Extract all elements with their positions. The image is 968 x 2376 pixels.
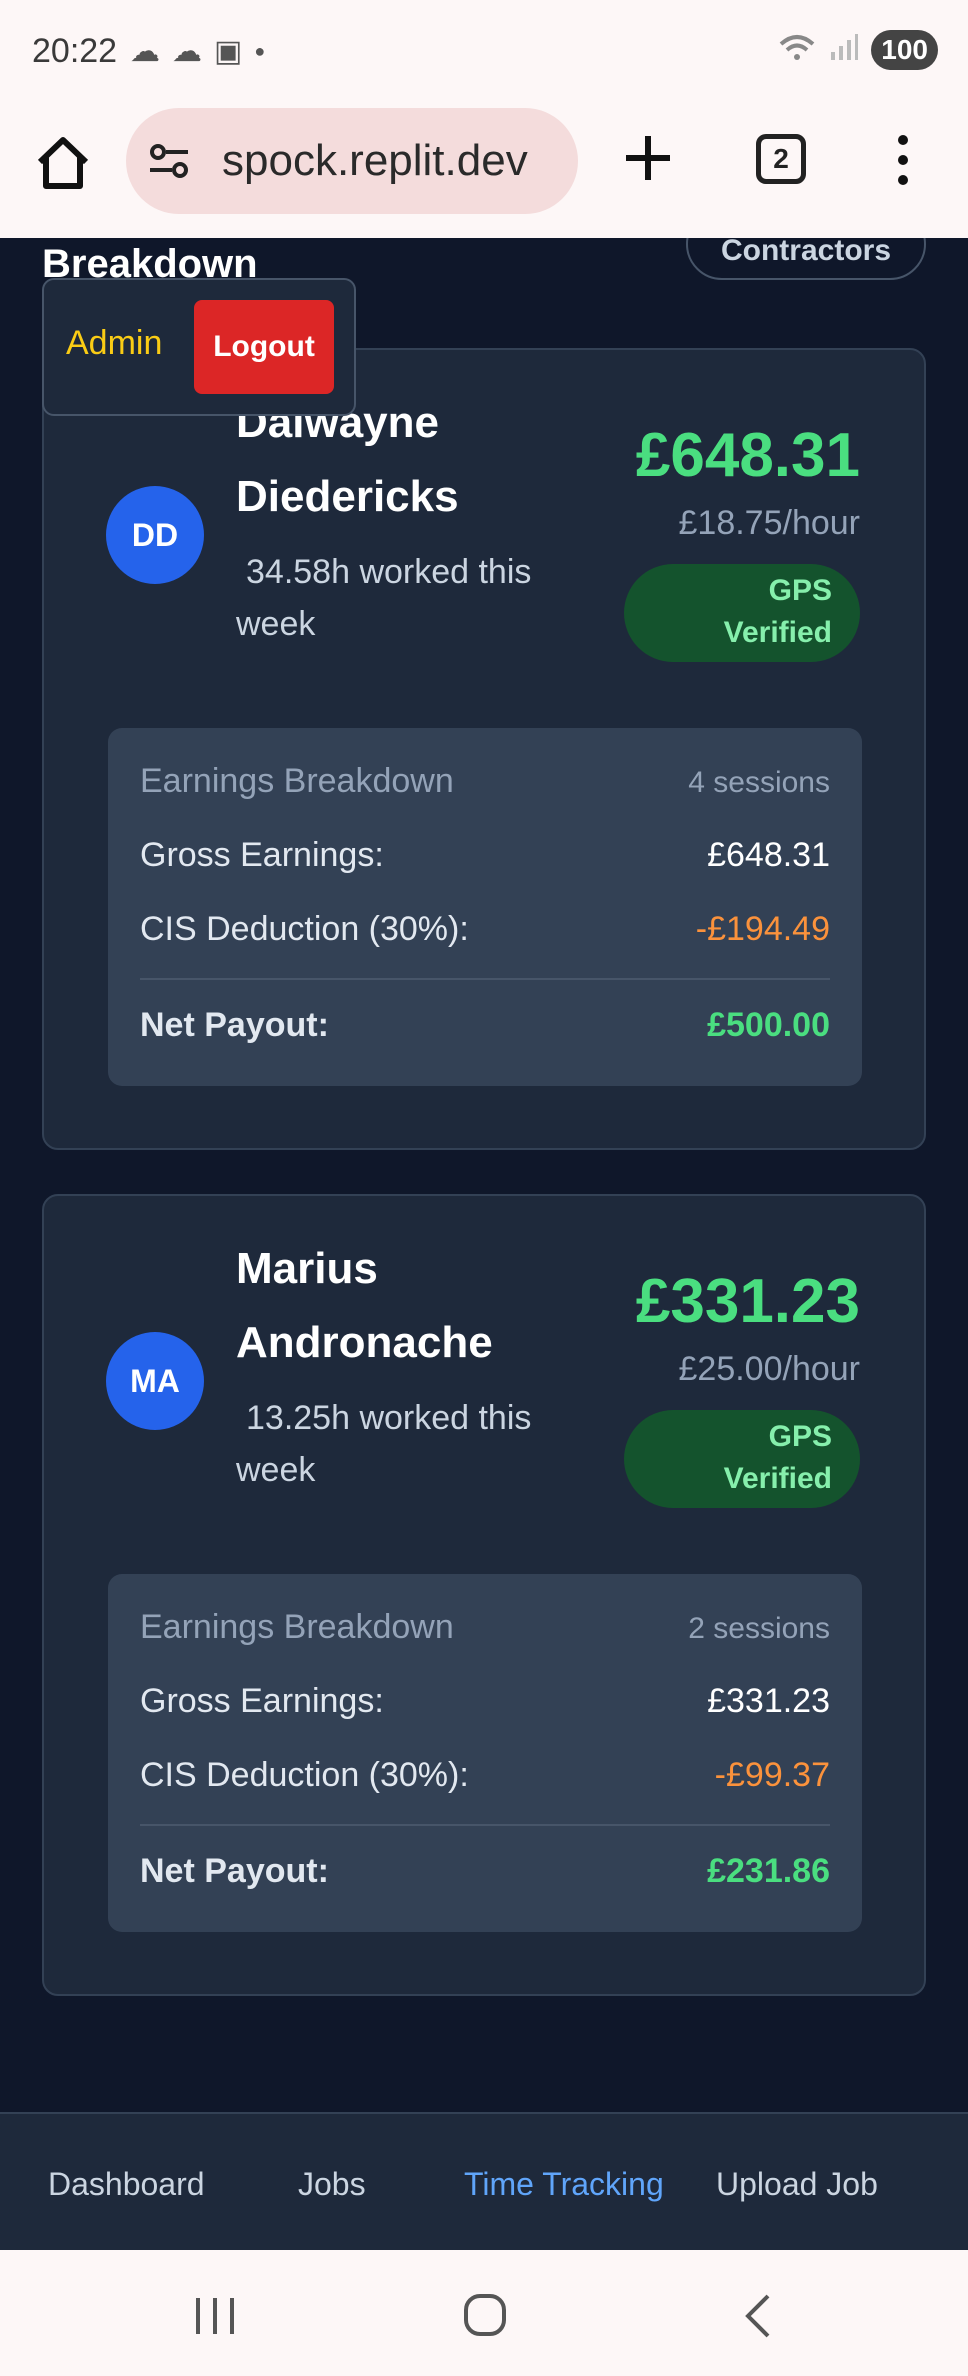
screenshot-icon: ▣: [214, 35, 243, 68]
site-settings-icon[interactable]: [146, 138, 192, 184]
hours-worked: 34.58h worked this week: [236, 553, 532, 643]
hours-worked: 13.25h worked this week: [236, 1399, 532, 1489]
home-icon: [37, 137, 89, 189]
cis-value: -£194.49: [695, 910, 830, 948]
session-count: 2 sessions: [688, 1612, 830, 1645]
status-bar: 20:22 ☁ ☁ ▣ ● 100: [0, 0, 968, 104]
admin-menu: Admin Logout: [42, 278, 356, 416]
divider: [140, 1824, 830, 1826]
home-nav-icon[interactable]: [462, 2292, 508, 2338]
nav-time-tracking[interactable]: Time Tracking: [464, 2166, 664, 2203]
clock: 20:22: [32, 32, 118, 70]
gross-label: Gross Earnings:: [140, 836, 384, 874]
signal-icon: [829, 32, 859, 69]
plus-icon: [626, 136, 670, 180]
nav-dashboard[interactable]: Dashboard: [48, 2166, 205, 2203]
earnings-amount: £648.31: [635, 421, 860, 490]
contractor-card: MA Marius Andronache 13.25h worked this …: [42, 1194, 926, 1996]
earnings-breakdown: Earnings Breakdown 4 sessions Gross Earn…: [108, 728, 862, 1086]
breakdown-title: Earnings Breakdown: [140, 1608, 454, 1646]
earnings-amount: £331.23: [635, 1267, 860, 1336]
avatar: DD: [106, 486, 204, 584]
url-text: spock.replit.dev: [222, 136, 528, 185]
notification-icons: ☁ ☁ ▣ ●: [130, 34, 265, 69]
net-value: £500.00: [707, 1006, 830, 1044]
dot-icon: ●: [254, 41, 266, 61]
contractor-card: DD Dalwayne Diedericks 34.58h worked thi…: [42, 348, 926, 1150]
wifi-icon: [777, 32, 817, 69]
browser-toolbar: spock.replit.dev 2: [0, 104, 968, 238]
divider: [140, 978, 830, 980]
recents-icon[interactable]: [192, 2294, 238, 2338]
logout-button[interactable]: Logout: [194, 300, 334, 394]
new-tab-button[interactable]: [622, 132, 674, 184]
avatar: MA: [106, 1332, 204, 1430]
back-icon[interactable]: [740, 2292, 774, 2340]
net-value: £231.86: [707, 1852, 830, 1890]
more-vert-icon: [898, 135, 908, 185]
bottom-nav: Dashboard Jobs Time Tracking Upload Job: [0, 2112, 968, 2250]
cloud-icon: ☁: [130, 35, 160, 68]
address-bar[interactable]: spock.replit.dev: [126, 108, 578, 214]
tab-switcher-button[interactable]: 2: [756, 134, 806, 184]
contractors-button[interactable]: Contractors: [686, 238, 926, 280]
gps-verified-badge: GPS Verified: [624, 1410, 860, 1508]
cis-label: CIS Deduction (30%):: [140, 1756, 469, 1794]
gross-label: Gross Earnings:: [140, 1682, 384, 1720]
home-button[interactable]: [32, 132, 94, 194]
system-nav-bar: [0, 2250, 968, 2376]
net-label: Net Payout:: [140, 1006, 329, 1044]
hourly-rate: £25.00/hour: [678, 1350, 861, 1388]
cloud-icon: ☁: [172, 35, 202, 68]
admin-label[interactable]: Admin: [66, 324, 162, 363]
cis-value: -£99.37: [714, 1756, 830, 1794]
session-count: 4 sessions: [688, 766, 830, 799]
gps-verified-badge: GPS Verified: [624, 564, 860, 662]
battery-indicator: 100: [871, 30, 938, 70]
browser-menu-button[interactable]: [888, 132, 918, 188]
nav-jobs[interactable]: Jobs: [298, 2166, 366, 2203]
nav-upload-job[interactable]: Upload Job: [716, 2166, 878, 2203]
net-label: Net Payout:: [140, 1852, 329, 1890]
gross-value: £648.31: [707, 836, 830, 874]
system-icons: 100: [777, 30, 938, 70]
contractor-name: Marius Andronache: [236, 1244, 493, 1367]
hourly-rate: £18.75/hour: [678, 504, 861, 542]
earnings-breakdown: Earnings Breakdown 2 sessions Gross Earn…: [108, 1574, 862, 1932]
cis-label: CIS Deduction (30%):: [140, 910, 469, 948]
breakdown-title: Earnings Breakdown: [140, 762, 454, 800]
gross-value: £331.23: [707, 1682, 830, 1720]
page-content: Breakdown Contractors Admin Logout DD Da…: [0, 238, 968, 2113]
